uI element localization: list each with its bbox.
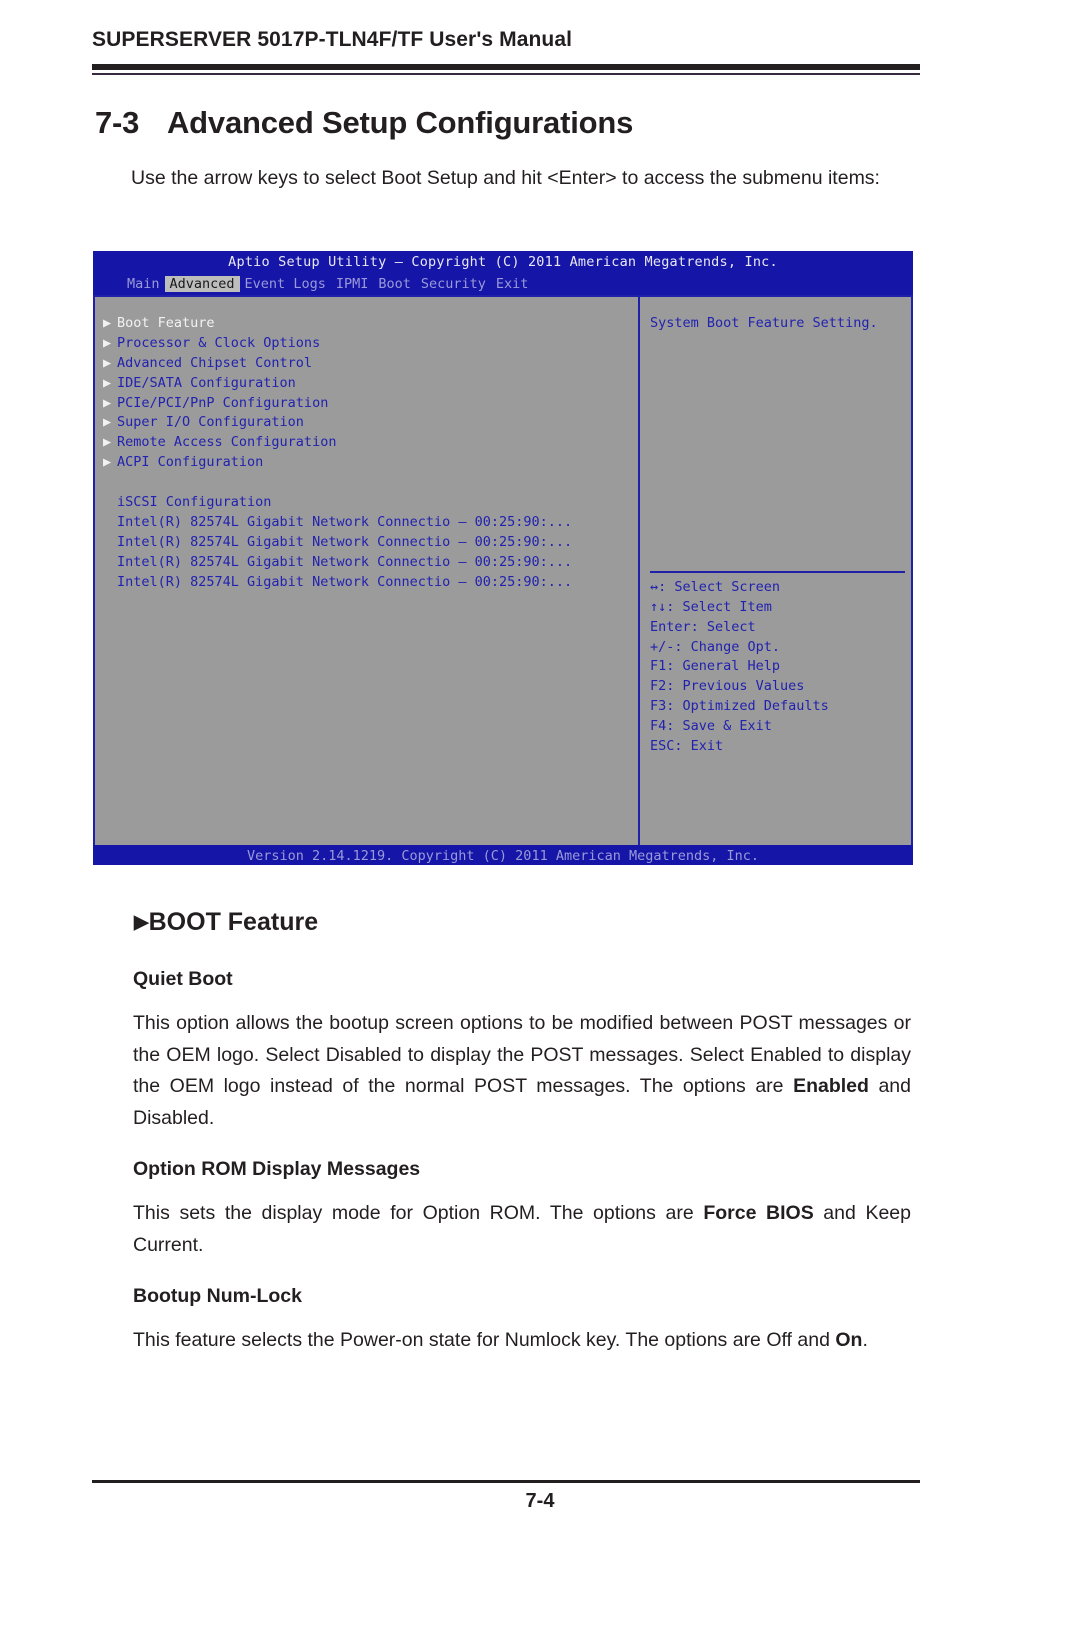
- bios-menu-item[interactable]: ▶ Processor & Clock Options: [95, 334, 638, 354]
- bios-help-text: System Boot Feature Setting.: [650, 315, 878, 331]
- section-title: 7-3 Advanced Setup Configurations: [95, 105, 633, 141]
- submenu-arrow-icon: ▶: [103, 434, 112, 451]
- bios-menu-item-label: Super I/O Configuration: [117, 414, 304, 431]
- bios-body: ▶ Boot Feature ▶ Processor & Clock Options ▶…: [93, 295, 913, 865]
- bios-tab-ipmi[interactable]: IPMI: [331, 276, 374, 292]
- bios-menu-item-label: Intel(R) 82574L Gigabit Network Connecti…: [117, 513, 573, 530]
- bios-menu-item[interactable]: ▶Intel(R) 82574L Gigabit Network Connect…: [95, 553, 638, 573]
- bootup-numlock-heading: Bootup Num-Lock: [133, 1285, 302, 1307]
- bios-tab-security[interactable]: Security: [416, 276, 491, 292]
- bios-menu-item-label: Intel(R) 82574L Gigabit Network Connecti…: [117, 553, 573, 570]
- bios-menu-item[interactable]: ▶Intel(R) 82574L Gigabit Network Connect…: [95, 513, 638, 533]
- bios-menu-item[interactable]: ▶ Super I/O Configuration: [95, 413, 638, 433]
- bios-key-hint: F4: Save & Exit: [650, 718, 772, 735]
- intro-paragraph: Use the arrow keys to select Boot Setup …: [131, 167, 880, 189]
- manual-title-text: SUPERSERVER 5017P-TLN4F/TF User's Manual: [92, 28, 573, 51]
- option-rom-paragraph: This sets the display mode for Option RO…: [133, 1198, 911, 1261]
- page-header: SUPERSERVER 5017P-TLN4F/TF User's Manual: [92, 28, 920, 75]
- bios-help-divider: [650, 570, 905, 573]
- bios-menu-item[interactable]: ▶Intel(R) 82574L Gigabit Network Connect…: [95, 573, 638, 593]
- bios-menu-item[interactable]: ▶iSCSI Configuration: [95, 493, 638, 513]
- bios-menu-item-label: Advanced Chipset Control: [117, 354, 313, 371]
- bios-key-hint: Enter: Select: [650, 618, 756, 635]
- bios-menu-item[interactable]: ▶ Remote Access Configuration: [95, 433, 638, 453]
- submenu-arrow-icon: ▶: [103, 454, 112, 471]
- bios-menu-item[interactable]: ▶ IDE/SATA Configuration: [95, 374, 638, 394]
- manual-title: SUPERSERVER 5017P-TLN4F/TF User's Manual: [92, 28, 920, 52]
- bios-menu-item-label: Remote Access Configuration: [117, 434, 337, 451]
- quiet-boot-heading: Quiet Boot: [133, 968, 233, 990]
- footer-rule: [92, 1480, 920, 1483]
- submenu-arrow-icon: ▶: [103, 315, 112, 331]
- submenu-arrow-icon: ▶: [103, 334, 112, 351]
- bios-help-panel: System Boot Feature Setting. ↔: Select S…: [642, 297, 913, 865]
- bios-tab-main[interactable]: Main: [122, 276, 165, 292]
- bios-screenshot: Aptio Setup Utility – Copyright (C) 2011…: [93, 251, 913, 865]
- boot-feature-heading-text: BOOT Feature: [148, 908, 319, 936]
- bios-menu-item-label: iSCSI Configuration: [117, 494, 272, 511]
- submenu-arrow-icon: ▶: [103, 414, 112, 431]
- quiet-boot-paragraph: This option allows the bootup screen opt…: [133, 1008, 911, 1134]
- page-number: 7-4: [525, 1490, 555, 1512]
- bios-tab-advanced[interactable]: Advanced: [164, 276, 240, 292]
- option-rom-bold-1: Force BIOS: [703, 1202, 814, 1224]
- bios-key-legend: ↔: Select Screen ↑↓: Select Item Enter: Se…: [650, 578, 911, 757]
- bios-tab-exit[interactable]: Exit: [491, 276, 534, 292]
- quiet-boot-bold-1: Enabled: [793, 1075, 869, 1097]
- bios-menu-item-label: PCIe/PCI/PnP Configuration: [117, 394, 329, 411]
- bios-key-hint: +/-: Change Opt.: [650, 638, 781, 655]
- bios-menu-item-label: Processor & Clock Options: [117, 334, 321, 351]
- bios-key-hint: ESC: Exit: [650, 738, 724, 755]
- bios-menu-item-label: ACPI Configuration: [117, 454, 264, 471]
- bios-key-hint: F2: Previous Values: [650, 678, 805, 695]
- section-heading-text: Advanced Setup Configurations: [167, 105, 634, 140]
- option-rom-heading: Option ROM Display Messages: [133, 1158, 421, 1180]
- bios-tab-event-logs[interactable]: Event Logs: [240, 276, 331, 292]
- bios-menu-item[interactable]: ▶ ACPI Configuration: [95, 453, 638, 473]
- submenu-arrow-icon: ▶: [103, 374, 112, 391]
- bootup-numlock-text-1: This feature selects the Power-on state …: [133, 1329, 836, 1351]
- option-rom-text-1: This sets the display mode for Option RO…: [133, 1202, 704, 1224]
- bios-menu-item-label: Boot Feature: [117, 315, 215, 331]
- bootup-numlock-paragraph: This feature selects the Power-on state …: [133, 1325, 911, 1357]
- bios-key-hint: ↑↓: Select Item: [650, 598, 772, 615]
- bootup-numlock-bold-1: On: [835, 1329, 863, 1351]
- bootup-numlock-text-2: .: [862, 1329, 868, 1351]
- bios-menu-panel: ▶ Boot Feature ▶ Processor & Clock Options ▶…: [93, 297, 640, 865]
- bios-tab-boot[interactable]: Boot: [373, 276, 416, 292]
- submenu-arrow-icon: ▶: [103, 394, 112, 411]
- section-number: 7-3: [95, 105, 140, 140]
- bios-menu-item-label: IDE/SATA Configuration: [117, 374, 296, 391]
- header-rule-thick: [92, 64, 920, 70]
- bios-titlebar: Aptio Setup Utility – Copyright (C) 2011…: [93, 251, 913, 274]
- bios-menu-item-label: Intel(R) 82574L Gigabit Network Connecti…: [117, 573, 573, 590]
- submenu-arrow-icon: ▶: [103, 354, 112, 371]
- bios-key-hint: F3: Optimized Defaults: [650, 698, 829, 715]
- bios-menubar: Main Advanced Event Logs IPMI Boot Security Ex…: [93, 274, 913, 295]
- bios-key-hint: F1: General Help: [650, 658, 781, 675]
- bios-menu-item[interactable]: ▶Intel(R) 82574L Gigabit Network Connect…: [95, 533, 638, 553]
- bios-menu-item[interactable]: ▶ PCIe/PCI/PnP Configuration: [95, 394, 638, 414]
- triangle-bullet-icon: ▶: [134, 912, 149, 933]
- bios-menu-item-label: Intel(R) 82574L Gigabit Network Connecti…: [117, 533, 573, 550]
- bios-key-hint: ↔: Select Screen: [650, 578, 781, 595]
- bios-menu-spacer: [95, 473, 638, 493]
- bios-version-bar: Version 2.14.1219. Copyright (C) 2011 Am…: [93, 845, 913, 865]
- bios-menu-item[interactable]: ▶ Advanced Chipset Control: [95, 354, 638, 374]
- header-rule-thin: [92, 73, 920, 75]
- boot-feature-heading: ▶BOOT Feature: [134, 908, 318, 937]
- bios-menu-item[interactable]: ▶ Boot Feature: [95, 314, 638, 334]
